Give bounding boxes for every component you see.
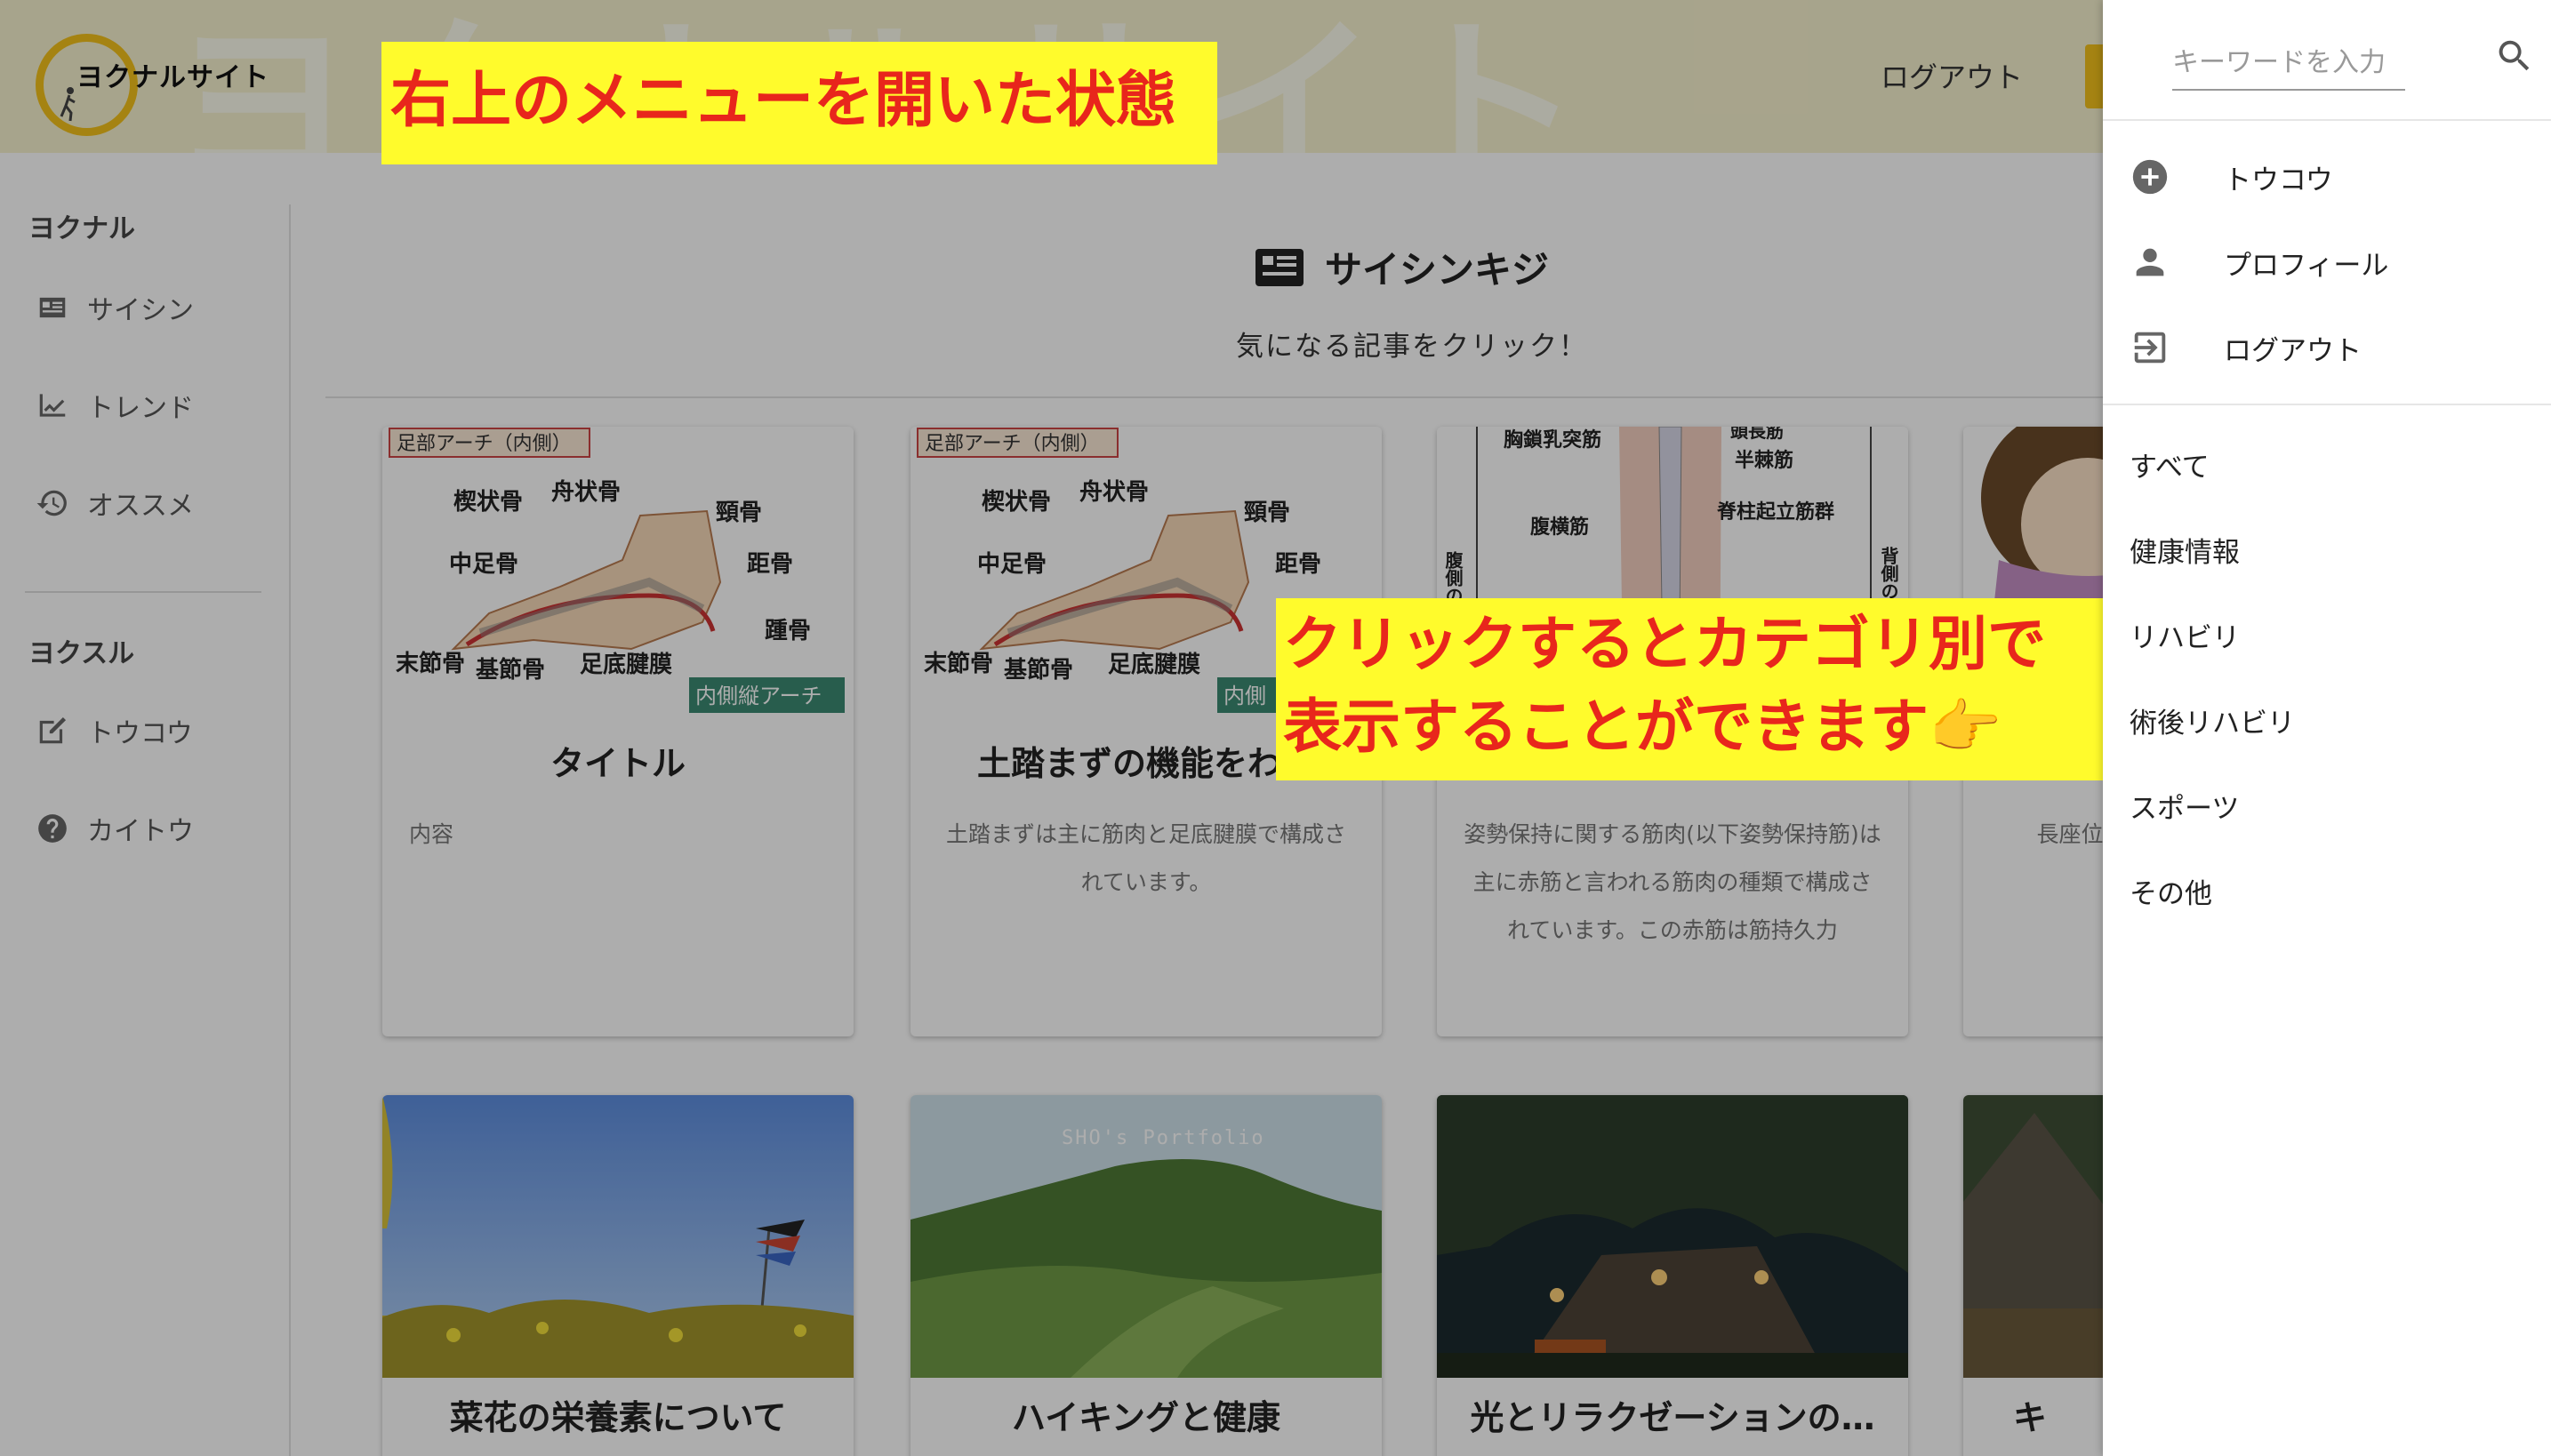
drawer-divider	[2103, 119, 2551, 121]
category-other[interactable]: その他	[2130, 871, 2212, 911]
menu-drawer: トウコウ プロフィール ログアウト すべて 健康情報 リハビリ 術後リハビリ ス…	[2103, 0, 2551, 1456]
category-postop-rehab[interactable]: 術後リハビリ	[2130, 700, 2295, 740]
drawer-divider	[2103, 404, 2551, 405]
category-health[interactable]: 健康情報	[2130, 530, 2240, 570]
exit-icon	[2134, 332, 2166, 364]
category-all[interactable]: すべて	[2130, 444, 2210, 484]
drawer-item-label: トウコウ	[2224, 164, 2333, 196]
app-window: ヨクナルサイト ヨクナルサイト ログアウト ヨクナル サイシン トレンド オスス…	[0, 0, 2551, 1456]
annotation-line: 表示することができます👉	[1283, 692, 2002, 761]
drawer-item-label: ログアウト	[2224, 334, 2362, 367]
search-input[interactable]	[2172, 36, 2405, 91]
drawer-item-label: プロフィール	[2224, 249, 2389, 282]
category-sports[interactable]: スポーツ	[2130, 786, 2239, 826]
drawer-item-toukou[interactable]: トウコウ	[2130, 156, 2333, 197]
annotation-top: 右上のメニューを開いた状態	[381, 42, 1217, 164]
person-icon	[2136, 248, 2164, 276]
drawer-item-logout[interactable]: ログアウト	[2130, 327, 2362, 368]
category-rehab[interactable]: リハビリ	[2130, 615, 2240, 655]
annotation-line: クリックするとカテゴリ別で	[1283, 610, 2046, 678]
add-circle-icon	[2132, 159, 2168, 195]
drawer-item-profile[interactable]: プロフィール	[2130, 242, 2388, 283]
annotation-middle: クリックするとカテゴリ別で 表示することができます👉	[1276, 598, 2103, 780]
search-icon[interactable]	[2494, 36, 2535, 76]
